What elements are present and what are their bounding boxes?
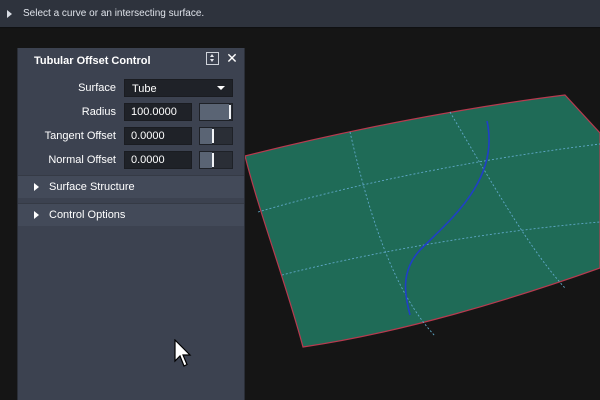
section-label: Control Options <box>49 209 126 221</box>
command-prompt-bar: Select a curve or an intersecting surfac… <box>0 0 600 28</box>
nurbs-surface[interactable] <box>244 94 600 348</box>
tangent-offset-field[interactable] <box>124 127 192 145</box>
radius-slider[interactable] <box>199 103 233 121</box>
section-label: Surface Structure <box>49 181 135 193</box>
panel-title: Tubular Offset Control <box>34 55 151 67</box>
tubular-offset-control-panel: Tubular Offset Control ✕ Surface Tube Ra… <box>17 48 245 400</box>
surface-label: Surface <box>78 82 116 94</box>
section-control-options[interactable]: Control Options <box>18 203 244 226</box>
surface-dropdown-value: Tube <box>132 83 157 95</box>
panel-header: Tubular Offset Control ✕ <box>18 48 244 72</box>
normal-offset-label: Normal Offset <box>48 154 116 166</box>
expand-triangle-icon <box>34 211 39 219</box>
expand-triangle-icon <box>34 183 39 191</box>
surface-dropdown[interactable]: Tube <box>124 79 233 97</box>
chevron-down-icon <box>217 86 225 90</box>
tangent-offset-slider[interactable] <box>199 127 233 145</box>
prompt-text: Select a curve or an intersecting surfac… <box>23 8 205 19</box>
normal-offset-field[interactable] <box>124 151 192 169</box>
radius-label: Radius <box>81 106 116 118</box>
mouse-pointer-icon <box>174 339 192 367</box>
normal-offset-slider[interactable] <box>199 151 233 169</box>
pin-arrows-icon[interactable] <box>206 52 219 65</box>
prompt-arrow-icon <box>7 10 12 18</box>
close-icon[interactable]: ✕ <box>224 50 240 66</box>
section-surface-structure[interactable]: Surface Structure <box>18 175 244 198</box>
radius-field[interactable] <box>124 103 192 121</box>
tangent-offset-label: Tangent Offset <box>44 130 116 142</box>
